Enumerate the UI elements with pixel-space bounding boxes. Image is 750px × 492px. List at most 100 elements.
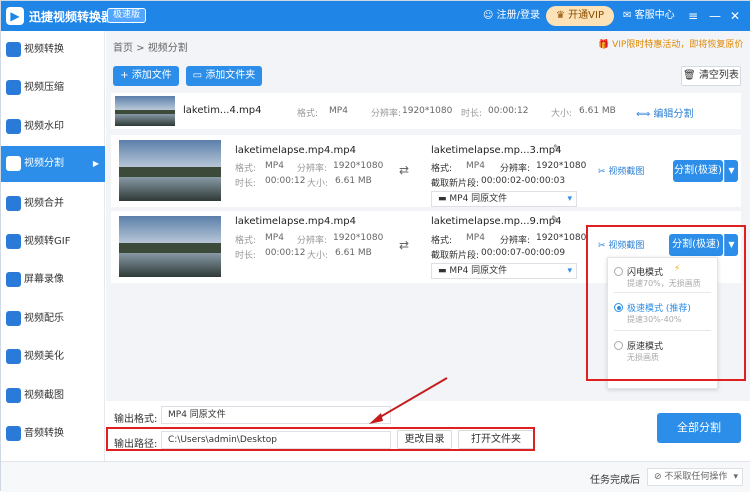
clear-list-button[interactable]: 🗑 清空列表 [681,66,741,86]
segment-row: laketimelapse.mp4.mp4 格式: MP4 分辨率: 1920*… [111,135,741,207]
format-label: 格式: [235,236,257,246]
split-icon [6,156,21,171]
size-value: 6.61 MB [335,176,372,186]
output-file-name: laketimelapse.mp...9.mp4 [431,216,562,227]
sidebar-item-label: 视频压缩 [24,82,64,93]
output-format-value: MP4 同原文件 [168,410,226,420]
output-resolution-label: 分辨率: [500,236,531,246]
sidebar-item-split[interactable]: 视频分割 ▶ [1,146,105,182]
segment-thumbnail [119,140,221,201]
gift-icon: 🎁 [598,40,610,50]
chat-icon: ✉ [623,10,632,21]
chevron-right-icon: ▶ [92,159,99,168]
app-window: ▶ 迅捷视频转换器 极速版 ☺ 注册/登录 ♛ 开通VIP ✉ 客服中心 ≡ —… [0,0,750,492]
sidebar-item-audio[interactable]: 音频转换 [1,416,105,452]
watermark-icon [6,119,21,134]
duration-label: 时长: [461,109,483,119]
sidebar-item-label: 视频合并 [24,198,64,209]
sidebar-item-label: 音频转换 [24,428,64,439]
chevron-down-icon: ▼ [728,166,735,175]
app-title: 迅捷视频转换器 [29,10,114,24]
split-button[interactable]: 分割(极速) [673,160,723,182]
output-resolution-label: 分辨率: [500,164,531,174]
output-format-label: 格式: [431,164,453,174]
video-format-icon: ▬ [438,266,447,276]
resolution-value: 1920*1080 [402,106,453,116]
crown-icon: ♛ [556,10,565,21]
segment-format-select[interactable]: ▬ MP4 同原文件 ▾ [431,191,577,207]
sidebar-item-beautify[interactable]: 视频美化 [1,339,105,375]
trash-icon: 🗑 [683,70,696,81]
promo-label: VIP限时特惠活动，即将恢复原价 [612,40,744,50]
sidebar-item-watermark[interactable]: 视频水印 [1,109,105,145]
resolution-label: 分辨率: [371,109,402,119]
login-label: 注册/登录 [496,10,540,21]
login-link[interactable]: ☺ 注册/登录 [483,1,540,31]
sidebar-item-convert[interactable]: 视频转换 [1,32,105,68]
sidebar-item-gif[interactable]: 视频转GIF [1,224,105,260]
clear-list-label: 清空列表 [698,70,739,81]
add-folder-button[interactable]: ▭ 添加文件夹 [186,66,262,86]
minimize-icon[interactable]: — [709,1,721,31]
breadcrumb: 首页 > 视频分割 [113,43,188,54]
output-format-label: 格式: [431,236,453,246]
sidebar-item-label: 视频转换 [24,44,64,55]
format-value: MP4 [265,233,284,243]
segment-format-value: MP4 同原文件 [449,266,508,276]
rename-pencil-icon[interactable]: ✎ [553,144,561,154]
sidebar-item-music[interactable]: 视频配乐 [1,301,105,337]
output-format-select[interactable]: MP4 同原文件 [161,406,391,424]
title-bar: ▶ 迅捷视频转换器 极速版 ☺ 注册/登录 ♛ 开通VIP ✉ 客服中心 ≡ —… [1,1,750,31]
status-bar: 任务完成后 ⊘ 不采取任何操作 ▾ [1,461,750,492]
audio-icon [6,426,21,441]
edit-split-button[interactable]: ⟺ 编辑分割 [636,105,694,120]
sidebar-item-label: 视频水印 [24,121,64,132]
annotation-arrow [369,377,448,424]
sidebar-item-compress[interactable]: 视频压缩 [1,70,105,106]
video-screenshot-button[interactable]: ✂ 视频截图 [598,164,644,177]
sidebar-item-label: 视频配乐 [24,313,64,324]
close-icon[interactable]: ✕ [730,1,740,31]
sidebar-item-label: 屏幕录像 [24,274,64,285]
resolution-label: 分辨率: [297,164,328,174]
promo-link[interactable]: 🎁 VIP限时特惠活动，即将恢复原价 [598,37,743,50]
menu-icon[interactable]: ≡ [688,1,698,31]
split-mode-dropdown[interactable]: ▼ [724,160,738,182]
video-format-icon: ▬ [438,194,447,204]
duration-value: 00:00:12 [265,248,306,258]
shuffle-icon: ⇄ [399,238,410,252]
task-completion-select[interactable]: ⊘ 不采取任何操作 ▾ [647,468,743,486]
segment-format-select[interactable]: ▬ MP4 同原文件 ▾ [431,263,577,279]
clip-range-label: 截取新片段: [431,179,480,189]
duration-value: 00:00:12 [265,176,306,186]
compress-icon [6,80,21,95]
sidebar-item-label: 视频美化 [24,351,64,362]
edit-split-label: 编辑分割 [653,109,694,120]
sidebar-item-screenshot[interactable]: 视频截图 [1,378,105,414]
output-resolution-value: 1920*1080 [536,161,587,171]
add-file-button[interactable]: + 添加文件 [113,66,179,86]
resolution-value: 1920*1080 [333,161,384,171]
segment-file-name: laketimelapse.mp4.mp4 [235,216,356,227]
power-icon: ⊘ [654,472,662,482]
task-completion-label: 任务完成后 [590,475,640,486]
split-all-button[interactable]: 全部分割 [657,413,741,443]
sidebar-item-label: 视频分割 [24,158,64,169]
chevron-down-icon: ▾ [733,472,738,482]
service-link[interactable]: ✉ 客服中心 [623,1,675,31]
segment-file-name: laketimelapse.mp4.mp4 [235,145,356,156]
output-format-label: 输出格式: [114,414,158,425]
edit-split-icon: ⟺ [636,109,651,120]
sidebar-item-merge[interactable]: 视频合并 [1,186,105,222]
sidebar-item-record[interactable]: 屏幕录像 [1,262,105,298]
rename-pencil-icon[interactable]: ✎ [551,215,559,225]
music-icon [6,311,21,326]
vip-button[interactable]: ♛ 开通VIP [546,6,614,26]
task-completion-value: 不采取任何操作 [664,472,728,482]
clip-range-value: 00:00:07-00:00:09 [481,248,566,258]
output-resolution-value: 1920*1080 [536,233,587,243]
gif-icon [6,234,21,249]
user-icon: ☺ [483,10,494,21]
source-thumbnail [115,96,175,126]
sidebar-item-label: 视频转GIF [24,236,71,247]
